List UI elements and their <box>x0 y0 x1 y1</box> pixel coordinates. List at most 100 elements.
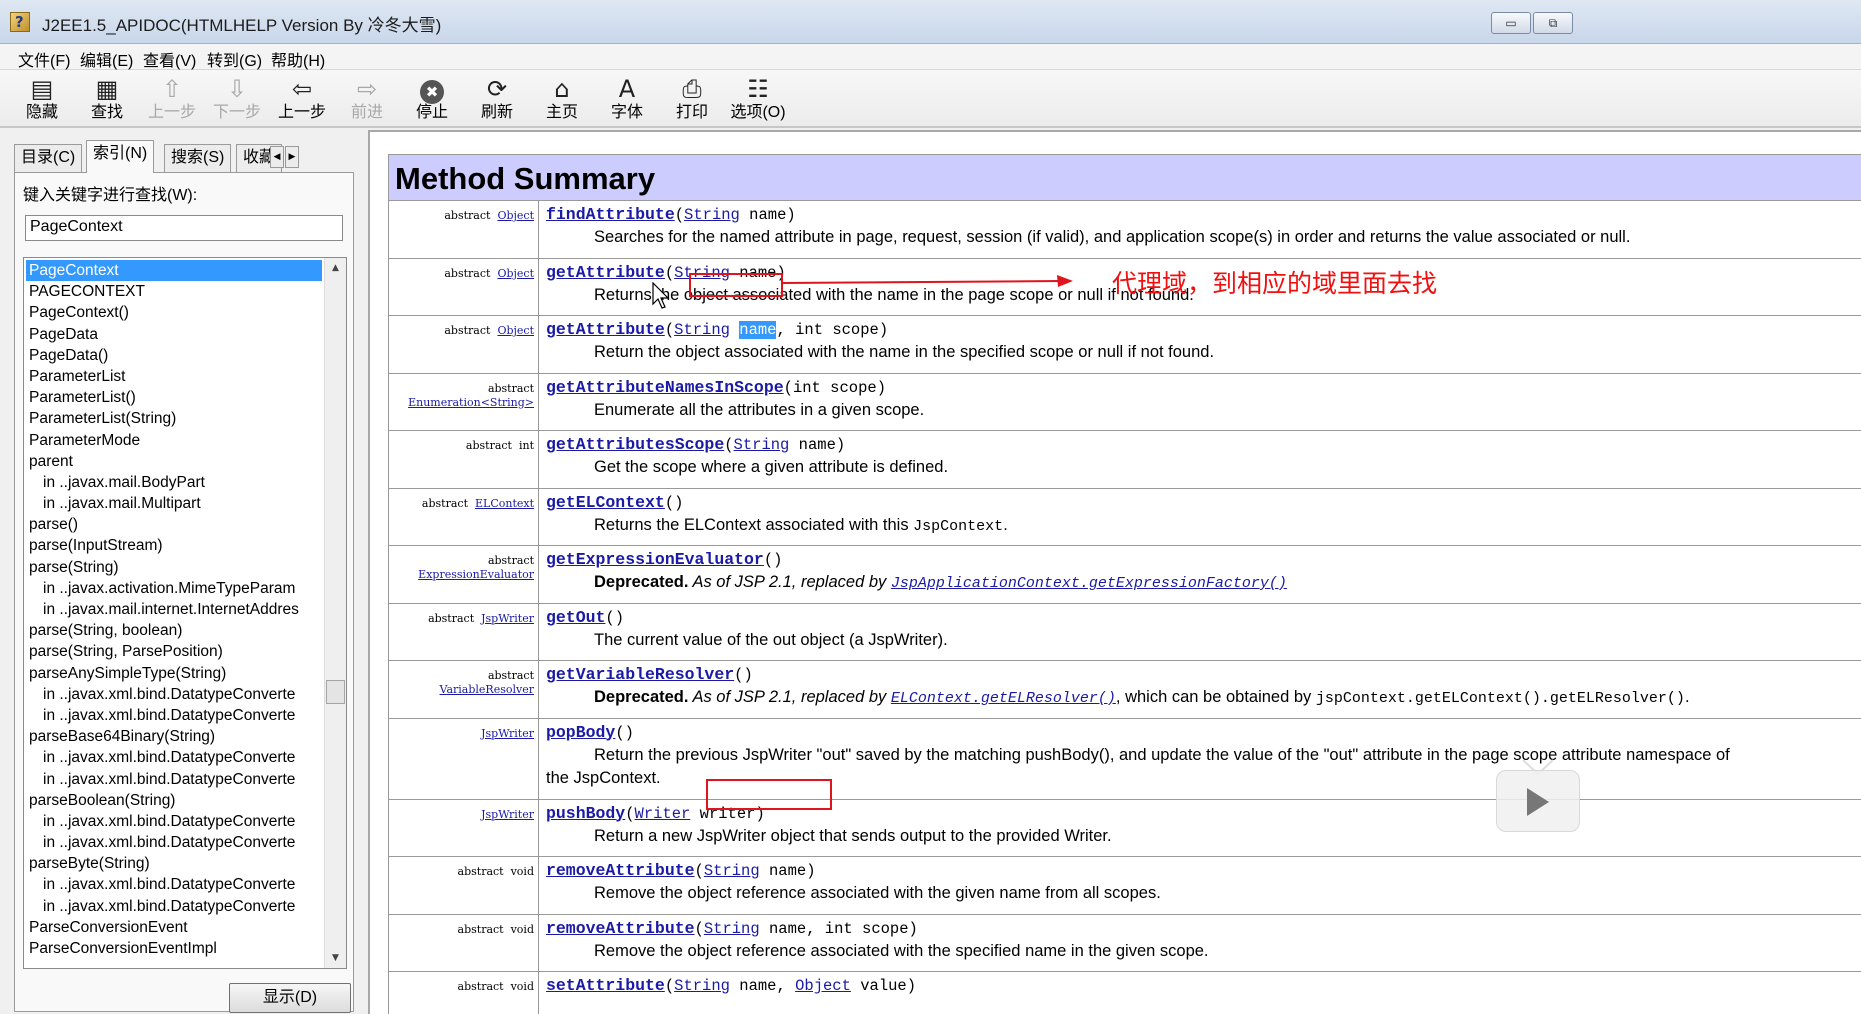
method-name-link[interactable]: getOut <box>546 608 605 627</box>
index-item[interactable]: parse(String, ParsePosition) <box>26 641 322 662</box>
index-item[interactable]: parse(InputStream) <box>26 535 322 556</box>
index-item[interactable]: parse() <box>26 514 322 535</box>
menu-item-3[interactable]: 转到(G) <box>207 47 262 71</box>
index-item[interactable]: in ..javax.xml.bind.DatatypeConverte <box>26 896 322 917</box>
menu-item-1[interactable]: 编辑(E) <box>80 47 133 71</box>
index-item[interactable]: in ..javax.xml.bind.DatatypeConverte <box>26 769 322 790</box>
return-type-link[interactable]: Object <box>497 267 534 280</box>
toolbar-button-10[interactable]: ⎙ 打印 <box>662 74 722 126</box>
index-item[interactable]: PageData <box>26 324 322 345</box>
index-item[interactable]: in ..javax.activation.MimeTypeParam <box>26 578 322 599</box>
index-item[interactable]: ParameterList <box>26 366 322 387</box>
method-name-link[interactable]: getExpressionEvaluator <box>546 550 764 569</box>
index-item[interactable]: parseBoolean(String) <box>26 790 322 811</box>
return-type-link[interactable]: Object <box>497 209 534 222</box>
index-item[interactable]: parseByte(String) <box>26 853 322 874</box>
deprecated-code: jspContext.getELContext().getELResolver(… <box>1315 690 1685 707</box>
method-name-link[interactable]: getAttribute <box>546 263 665 282</box>
return-type-link[interactable]: Object <box>497 324 534 337</box>
index-item[interactable]: in ..javax.xml.bind.DatatypeConverte <box>26 747 322 768</box>
param-name: name <box>749 206 787 224</box>
method-name-link[interactable]: getELContext <box>546 493 665 512</box>
tab-scroll-right-icon[interactable]: ▶ <box>285 146 299 168</box>
method-name-link[interactable]: removeAttribute <box>546 861 695 880</box>
index-item[interactable]: in ..javax.xml.bind.DatatypeConverte <box>26 684 322 705</box>
index-item[interactable]: parent <box>26 451 322 472</box>
index-item[interactable]: in ..javax.xml.bind.DatatypeConverte <box>26 832 322 853</box>
index-item[interactable]: parse(String, boolean) <box>26 620 322 641</box>
toolbar-button-1[interactable]: ▦ 查找 <box>77 74 137 126</box>
method-name-link[interactable]: pushBody <box>546 804 625 823</box>
return-type-link[interactable]: ExpressionEvaluator <box>418 568 534 581</box>
scroll-down-arrow-icon[interactable]: ▼ <box>325 948 346 968</box>
index-item[interactable]: ParameterList() <box>26 387 322 408</box>
method-name-link[interactable]: getVariableResolver <box>546 665 734 684</box>
index-item[interactable]: in ..javax.xml.bind.DatatypeConverte <box>26 705 322 726</box>
keyword-input[interactable]: PageContext <box>25 215 343 241</box>
scroll-thumb[interactable] <box>326 680 345 704</box>
menu-item-2[interactable]: 查看(V) <box>143 47 196 71</box>
index-item[interactable]: PageContext() <box>26 302 322 323</box>
method-name-link[interactable]: getAttributeNamesInScope <box>546 378 784 397</box>
index-item[interactable]: PageContext <box>25 258 323 283</box>
param-type-link[interactable]: Object <box>795 977 851 995</box>
index-item[interactable]: PageData() <box>26 345 322 366</box>
param-type-link[interactable]: String <box>704 920 760 938</box>
home-icon: ⌂ <box>554 75 570 103</box>
show-button[interactable]: 显示(D) <box>229 983 351 1013</box>
index-item[interactable]: PAGECONTEXT <box>26 281 322 302</box>
param-type-link[interactable]: String <box>734 436 790 454</box>
pane-splitter[interactable] <box>360 130 368 1014</box>
return-type-link[interactable]: ELContext <box>475 497 534 510</box>
toolbar-button-7[interactable]: ⟳ 刷新 <box>467 74 527 126</box>
index-item[interactable]: ParseConversionEvent <box>26 917 322 938</box>
replacement-link[interactable]: ELContext.getELResolver() <box>891 690 1116 707</box>
scroll-up-arrow-icon[interactable]: ▲ <box>325 258 346 278</box>
index-item[interactable]: parseBase64Binary(String) <box>26 726 322 747</box>
index-list-scrollbar[interactable]: ▲ ▼ <box>324 258 346 968</box>
index-item[interactable]: in ..javax.mail.internet.InternetAddres <box>26 599 322 620</box>
param-type-link[interactable]: String <box>704 862 760 880</box>
tab-1[interactable]: 索引(N) <box>86 140 155 173</box>
return-type-link[interactable]: Enumeration<String> <box>408 396 534 409</box>
index-item[interactable]: in ..javax.mail.BodyPart <box>26 472 322 493</box>
method-name-link[interactable]: findAttribute <box>546 205 675 224</box>
param-type-link[interactable]: String <box>684 206 740 224</box>
tab-2[interactable]: 搜索(S) <box>164 144 232 172</box>
menu-item-0[interactable]: 文件(F) <box>18 47 70 71</box>
method-name-link[interactable]: removeAttribute <box>546 919 695 938</box>
param-type-link[interactable]: String <box>674 321 730 339</box>
replacement-link[interactable]: JspApplicationContext.getExpressionFacto… <box>891 575 1287 592</box>
method-name-link[interactable]: setAttribute <box>546 976 665 995</box>
toolbar-button-8[interactable]: ⌂ 主页 <box>532 74 592 126</box>
toolbar-button-0[interactable]: ▤ 隐藏 <box>12 74 72 126</box>
toolbar-button-11[interactable]: ☷ 选项(O) <box>728 74 788 126</box>
toolbar-button-9[interactable]: A 字体 <box>597 74 657 126</box>
index-item[interactable]: ParseConversionEventImpl <box>26 938 322 959</box>
toolbar-button-4[interactable]: ⇦ 上一步 <box>272 74 332 126</box>
index-list[interactable]: PageContext PAGECONTEXT PageContext() PageD… <box>23 257 347 969</box>
method-name-link[interactable]: getAttribute <box>546 320 665 339</box>
index-item[interactable]: ParameterMode <box>26 430 322 451</box>
index-item[interactable]: parse(String) <box>26 557 322 578</box>
return-type-link[interactable]: JspWriter <box>481 808 534 821</box>
tab-scroll-left-icon[interactable]: ◀ <box>270 146 284 168</box>
return-type-link[interactable]: VariableResolver <box>440 683 534 696</box>
tab-0[interactable]: 目录(C) <box>14 144 83 172</box>
index-item[interactable]: in ..javax.xml.bind.DatatypeConverte <box>26 874 322 895</box>
return-type-link[interactable]: JspWriter <box>481 727 534 740</box>
restore-window-button[interactable]: ▭ <box>1491 12 1531 34</box>
return-type-link[interactable]: JspWriter <box>481 612 534 625</box>
index-item[interactable]: in ..javax.mail.Multipart <box>26 493 322 514</box>
method-name-link[interactable]: getAttributesScope <box>546 435 724 454</box>
param-type-link[interactable]: String <box>674 977 730 995</box>
method-name-link[interactable]: popBody <box>546 723 615 742</box>
param-type-link[interactable]: Writer <box>635 805 691 823</box>
maximize-window-button[interactable]: ⧉ <box>1533 12 1573 34</box>
index-item[interactable]: parseAnySimpleType(String) <box>26 663 322 684</box>
index-item[interactable]: in ..javax.xml.bind.DatatypeConverte <box>26 811 322 832</box>
menu-item-4[interactable]: 帮助(H) <box>271 47 325 71</box>
index-item[interactable]: ParameterList(String) <box>26 408 322 429</box>
toolbar-button-6[interactable]: ✖ 停止 <box>402 74 462 126</box>
video-play-button[interactable] <box>1496 770 1580 832</box>
